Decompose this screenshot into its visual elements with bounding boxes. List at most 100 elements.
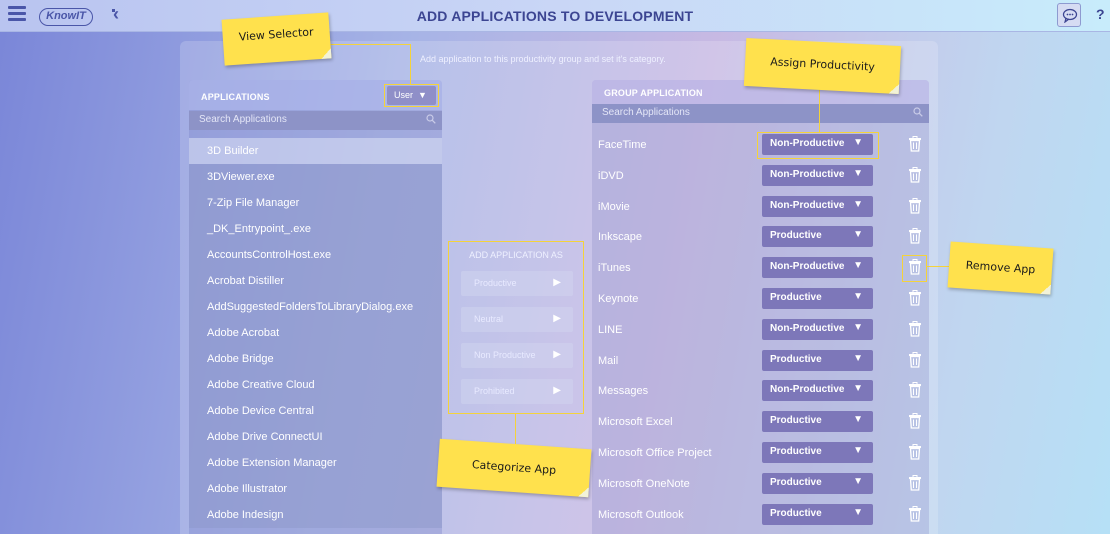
assign-productivity-highlight [757, 132, 879, 159]
trash-icon[interactable] [908, 474, 922, 491]
trash-icon[interactable] [908, 351, 922, 368]
page-title: ADD APPLICATIONS TO DEVELOPMENT [416, 8, 694, 24]
trash-icon[interactable] [908, 289, 922, 306]
dropdown-arrow-icon: ▼ [853, 383, 863, 395]
dropdown-arrow-icon: ▼ [853, 506, 863, 518]
add-prohibited-button[interactable]: Prohibited ▶ [461, 379, 573, 404]
application-list-item[interactable]: Adobe Acrobat [189, 320, 442, 346]
application-list-item[interactable]: Adobe Indesign [189, 502, 442, 528]
productivity-value: Non-Productive [770, 261, 845, 273]
application-list-item[interactable]: 3DViewer.exe [189, 164, 442, 190]
dropdown-arrow-icon: ▼ [853, 321, 863, 333]
application-list-item[interactable]: Acrobat Distiller [189, 268, 442, 294]
productivity-value: Productive [770, 291, 822, 303]
group-app-name: Inkscape [598, 231, 643, 244]
add-neutral-button[interactable]: Neutral ▶ [461, 307, 573, 332]
search-placeholder: Search Applications [199, 114, 287, 125]
application-list-item[interactable]: Adobe Drive ConnectUI [189, 424, 442, 450]
add-non-productive-button[interactable]: Non Productive ▶ [461, 343, 573, 368]
productivity-value: Productive [770, 230, 822, 242]
productivity-value: Non-Productive [770, 199, 845, 211]
productivity-dropdown[interactable]: Non-Productive ▼ [762, 257, 873, 279]
add-productive-button[interactable]: Productive ▶ [461, 271, 573, 296]
arrow-right-icon: ▶ [553, 313, 561, 324]
applications-list: 3D Builder 3DViewer.exe 7-Zip File Manager… [189, 138, 442, 528]
group-search-input[interactable]: Search Applications [592, 104, 929, 123]
help-icon[interactable]: ? [1096, 6, 1105, 22]
button-label: Neutral [474, 314, 504, 324]
remove-app-highlight [902, 255, 927, 282]
arrow-right-icon: ▶ [553, 349, 561, 360]
trash-icon[interactable] [908, 505, 922, 522]
dropdown-arrow-icon: ▼ [853, 352, 863, 364]
group-application-row: Microsoft Excel Productive ▼ [592, 407, 929, 438]
trash-icon[interactable] [908, 228, 922, 245]
search-icon [426, 114, 436, 124]
connector-line [330, 44, 410, 45]
dropdown-arrow-icon: ▼ [853, 198, 863, 210]
productivity-dropdown[interactable]: Non-Productive ▼ [762, 380, 873, 402]
application-list-item[interactable]: Adobe Device Central [189, 398, 442, 424]
dropdown-arrow-icon: ▼ [853, 475, 863, 487]
application-list-item[interactable]: 7-Zip File Manager [189, 190, 442, 216]
group-app-name: FaceTime [598, 139, 647, 151]
chat-icon[interactable] [1057, 3, 1081, 27]
group-app-name: Microsoft Outlook [598, 508, 684, 521]
productivity-dropdown[interactable]: Productive ▼ [762, 287, 873, 309]
productivity-value: Non-Productive [770, 384, 845, 396]
group-application-row: Inkscape Productive ▼ [592, 222, 929, 253]
productivity-dropdown[interactable]: Productive ▼ [762, 411, 873, 433]
application-list-item[interactable]: Adobe Extension Manager [189, 450, 442, 476]
application-list-item[interactable]: Adobe Creative Cloud [189, 372, 442, 398]
callout-text: Assign Productivity [769, 55, 876, 74]
application-list-item[interactable]: _DK_Entrypoint_.exe [189, 216, 442, 242]
group-app-name: LINE [598, 323, 623, 336]
applications-search-input[interactable]: Search Applications [189, 111, 442, 130]
view-selector-highlight [384, 84, 439, 107]
top-bar: KnowIT ‹ ADD APPLICATIONS TO DEVELOPMENT… [0, 0, 1110, 32]
group-application-row: Mail Productive ▼ [592, 346, 929, 377]
trash-icon[interactable] [908, 166, 922, 183]
arrow-right-icon: ▶ [553, 385, 561, 396]
group-app-name: Messages [598, 385, 649, 398]
group-application-row: iMovie Non-Productive ▼ [592, 192, 929, 223]
productivity-dropdown[interactable]: Productive ▼ [762, 472, 873, 494]
group-app-name: Microsoft Office Project [598, 446, 712, 459]
group-application-row: Microsoft Outlook Productive ▼ [592, 500, 929, 531]
application-list-item[interactable]: AccountsControlHost.exe [189, 242, 442, 268]
group-application-row: LINE Non-Productive ▼ [592, 315, 929, 346]
productivity-dropdown[interactable]: Non-Productive ▼ [762, 164, 873, 186]
productivity-value: Non-Productive [770, 168, 845, 180]
connector-line [819, 88, 820, 132]
group-app-name: Keynote [598, 292, 639, 305]
trash-icon[interactable] [908, 320, 922, 337]
button-label: Prohibited [474, 386, 515, 396]
group-app-name: iTunes [598, 262, 631, 275]
trash-icon[interactable] [908, 413, 922, 429]
dropdown-arrow-icon: ▼ [853, 290, 863, 302]
trash-icon[interactable] [908, 197, 922, 214]
trash-icon[interactable] [908, 382, 922, 399]
button-label: Non Productive [474, 350, 536, 360]
application-list-item[interactable]: Adobe Bridge [189, 346, 442, 372]
application-list-item[interactable]: 3D Builder [189, 138, 442, 164]
trash-icon[interactable] [908, 136, 922, 152]
application-list-item[interactable]: Adobe Illustrator [189, 476, 442, 502]
trash-icon[interactable] [908, 443, 922, 460]
productivity-dropdown[interactable]: Productive ▼ [762, 349, 873, 371]
productivity-dropdown[interactable]: Non-Productive ▼ [762, 195, 873, 217]
dropdown-arrow-icon: ▼ [853, 260, 863, 272]
application-list-item[interactable]: AddSuggestedFoldersToLibraryDialog.exe [189, 294, 442, 320]
productivity-dropdown[interactable]: Productive ▼ [762, 503, 873, 525]
group-application-row: Messages Non-Productive ▼ [592, 376, 929, 407]
productivity-value: Productive [770, 353, 822, 365]
group-application-row: Microsoft OneNote Productive ▼ [592, 469, 929, 500]
productivity-dropdown[interactable]: Non-Productive ▼ [762, 318, 873, 340]
remove-app-callout: Remove App [947, 241, 1054, 295]
productivity-value: Productive [770, 507, 822, 519]
productivity-dropdown[interactable]: Productive ▼ [762, 226, 873, 248]
dropdown-arrow-icon: ▼ [853, 414, 863, 426]
group-app-name: Microsoft Excel [598, 416, 673, 429]
group-app-name: iDVD [598, 169, 624, 182]
productivity-dropdown[interactable]: Productive ▼ [762, 441, 873, 463]
